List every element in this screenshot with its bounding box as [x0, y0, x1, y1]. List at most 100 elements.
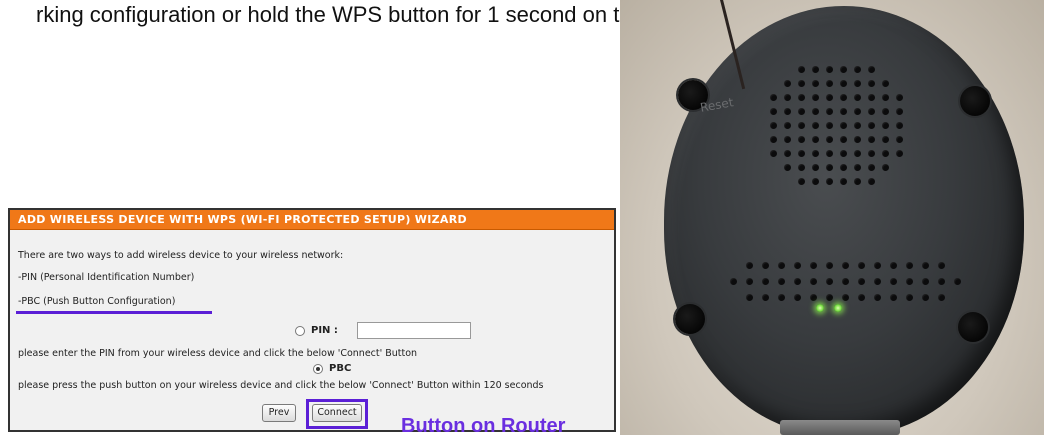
grille-hole: [840, 150, 847, 157]
pin-input[interactable]: [357, 322, 471, 339]
grille-hole: [840, 66, 847, 73]
grille-hole: [840, 178, 847, 185]
grille-hole: [842, 294, 849, 301]
grille-hole: [906, 294, 913, 301]
grille-hole: [882, 122, 889, 129]
grille-hole: [826, 262, 833, 269]
grille-hole: [854, 150, 861, 157]
grille-hole: [770, 122, 777, 129]
router-button-annotation: Button on Router: [401, 415, 566, 435]
grille-hole: [868, 164, 875, 171]
grille-hole: [922, 294, 929, 301]
grille-hole: [826, 278, 833, 285]
grille-hole: [854, 94, 861, 101]
grille-hole: [778, 262, 785, 269]
screw-top-right: [960, 86, 990, 116]
grille-hole: [812, 178, 819, 185]
grille-hole: [784, 122, 791, 129]
grille-hole: [854, 66, 861, 73]
grille-hole: [812, 80, 819, 87]
grille-hole: [798, 66, 805, 73]
grille-hole: [798, 108, 805, 115]
grille-hole: [868, 108, 875, 115]
grille-hole: [938, 278, 945, 285]
grille-hole: [896, 150, 903, 157]
grille-hole: [896, 108, 903, 115]
pbc-instruction-text: please press the push button on your wir…: [18, 380, 544, 391]
grille-hole: [840, 80, 847, 87]
grille-hole: [784, 108, 791, 115]
grille-hole: [826, 178, 833, 185]
screw-bottom-left: [675, 304, 705, 334]
grille-hole: [890, 262, 897, 269]
grille-hole: [858, 278, 865, 285]
connect-highlight-box: [306, 399, 368, 429]
grille-hole: [826, 164, 833, 171]
wizard-title: ADD WIRELESS DEVICE WITH WPS (WI-FI PROT…: [10, 210, 614, 230]
grille-hole: [794, 262, 801, 269]
grille-hole: [896, 94, 903, 101]
pin-instruction-text: please enter the PIN from your wireless …: [18, 348, 418, 359]
grille-hole: [826, 80, 833, 87]
grille-hole: [746, 262, 753, 269]
grille-hole: [794, 278, 801, 285]
grille-hole: [798, 150, 805, 157]
grille-hole: [778, 278, 785, 285]
grille-hole: [798, 94, 805, 101]
grille-hole: [868, 178, 875, 185]
grille-hole: [812, 122, 819, 129]
grille-hole: [812, 66, 819, 73]
grille-hole: [812, 94, 819, 101]
grille-hole: [798, 178, 805, 185]
cropped-caption-text: rking configuration or hold the WPS butt…: [36, 2, 707, 27]
screw-bottom-right: [958, 312, 988, 342]
grille-hole: [784, 136, 791, 143]
speaker-grille: [770, 66, 903, 185]
grille-hole: [882, 94, 889, 101]
grille-hole: [746, 278, 753, 285]
pbc-radio-button[interactable]: [313, 363, 323, 374]
grille-hole: [842, 262, 849, 269]
grille-hole: [826, 294, 833, 301]
grille-hole: [778, 294, 785, 301]
grille-hole: [854, 178, 861, 185]
grille-hole: [896, 122, 903, 129]
grille-hole: [938, 294, 945, 301]
grille-hole: [906, 278, 913, 285]
grille-hole: [842, 278, 849, 285]
grille-hole: [812, 108, 819, 115]
grille-hole: [882, 150, 889, 157]
grille-hole: [840, 108, 847, 115]
grille-hole: [812, 164, 819, 171]
grille-hole: [762, 294, 769, 301]
prev-button[interactable]: Prev: [262, 404, 296, 422]
grille-hole: [922, 262, 929, 269]
grille-hole: [762, 262, 769, 269]
grille-hole: [922, 278, 929, 285]
router-connector: [780, 420, 900, 435]
grille-hole: [810, 294, 817, 301]
grille-hole: [882, 80, 889, 87]
grille-hole: [840, 94, 847, 101]
grille-hole: [854, 164, 861, 171]
pin-radio-button[interactable]: [295, 325, 305, 336]
grille-hole: [812, 136, 819, 143]
pbc-radio-row[interactable]: PBC: [313, 363, 351, 374]
grille-hole: [868, 66, 875, 73]
router-photo: Reset: [620, 0, 1044, 435]
grille-hole: [954, 278, 961, 285]
grille-hole: [868, 122, 875, 129]
grille-hole: [874, 294, 881, 301]
grille-hole: [784, 150, 791, 157]
grille-hole: [868, 94, 875, 101]
grille-hole: [840, 164, 847, 171]
grille-hole: [798, 80, 805, 87]
pbc-highlight-underline: [16, 311, 212, 314]
grille-hole: [854, 80, 861, 87]
grille-hole: [770, 136, 777, 143]
wizard-intro-text: There are two ways to add wireless devic…: [18, 250, 344, 261]
status-led-1: [816, 304, 824, 312]
pin-radio-label: PIN :: [311, 325, 338, 336]
wps-wizard-panel: ADD WIRELESS DEVICE WITH WPS (WI-FI PROT…: [8, 208, 616, 435]
pin-radio-row[interactable]: PIN :: [295, 325, 338, 336]
